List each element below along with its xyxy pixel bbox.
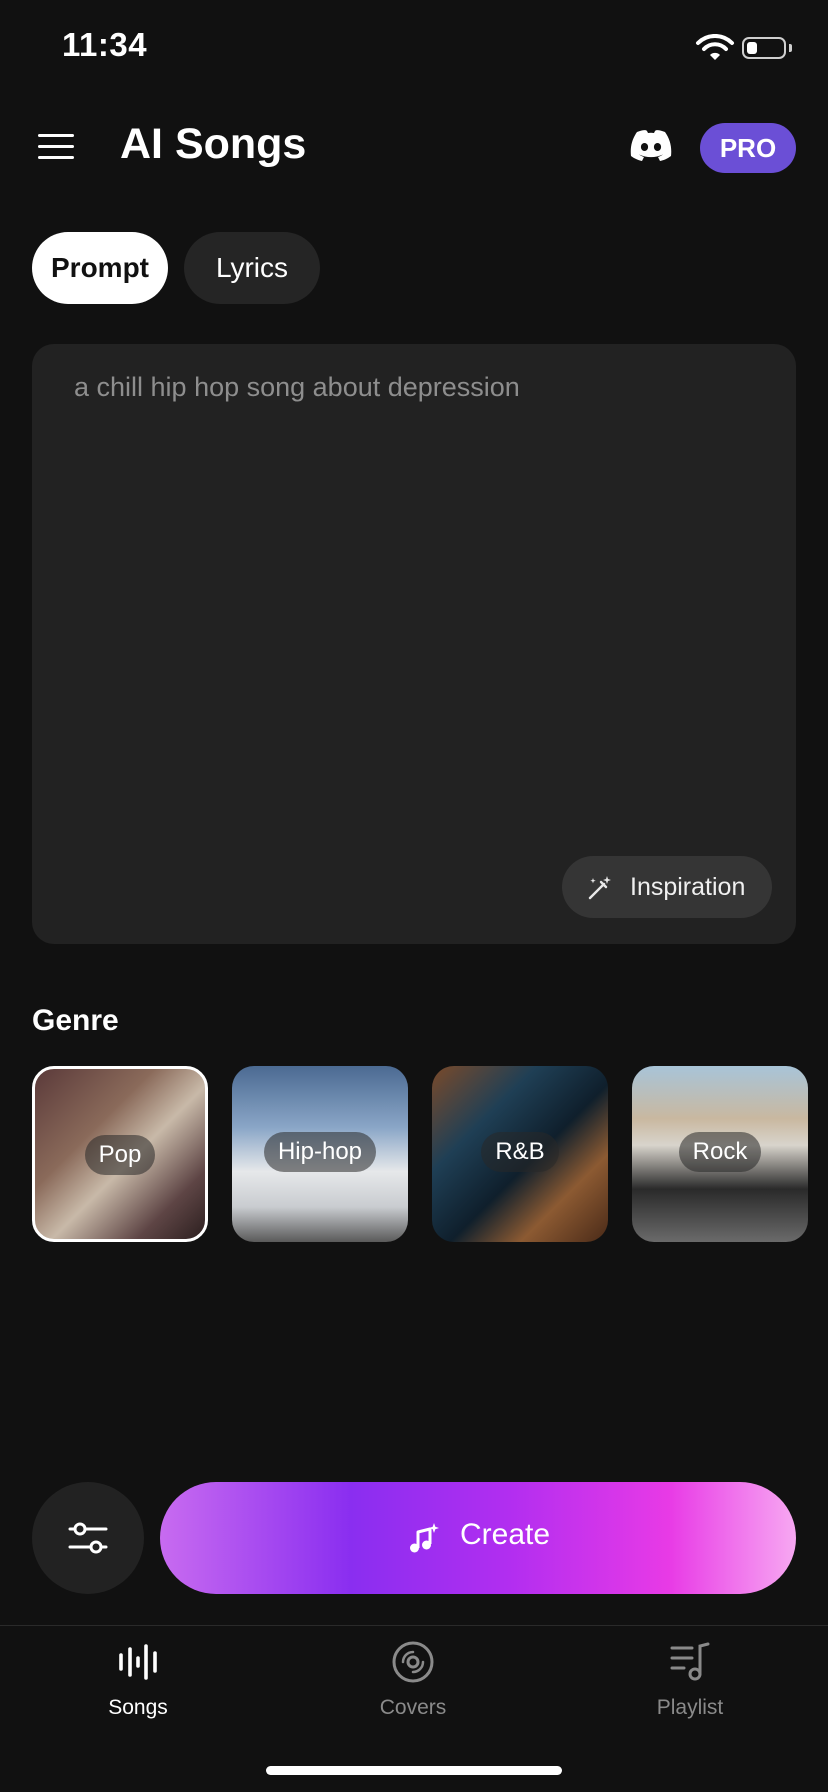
genre-card-rock[interactable]: Rock xyxy=(632,1066,808,1242)
genre-label: Hip-hop xyxy=(263,1132,377,1172)
magic-wand-icon xyxy=(588,876,611,900)
discord-icon[interactable] xyxy=(628,128,674,164)
playlist-icon xyxy=(670,1642,710,1681)
status-time: 11:34 xyxy=(62,26,148,63)
sliders-icon xyxy=(68,1522,108,1554)
disc-icon xyxy=(392,1641,434,1683)
hamburger-menu-icon[interactable] xyxy=(38,132,74,162)
nav-item-covers[interactable]: Covers xyxy=(333,1640,493,1740)
genre-card-pop[interactable]: Pop xyxy=(32,1066,208,1242)
page-title: AI Songs xyxy=(120,120,307,168)
pro-badge[interactable]: PRO xyxy=(700,123,796,173)
inspiration-label: Inspiration xyxy=(630,873,746,901)
genre-card-hip-hop[interactable]: Hip-hop xyxy=(232,1066,408,1242)
nav-divider xyxy=(0,1625,828,1626)
create-label: Create xyxy=(460,1518,551,1551)
home-indicator xyxy=(266,1766,562,1775)
sparkle-music-note-icon xyxy=(410,1523,439,1553)
genre-label: Rock xyxy=(678,1132,762,1172)
genre-title: Genre xyxy=(32,1004,119,1037)
genre-label: Pop xyxy=(84,1135,156,1175)
genre-label: R&B xyxy=(481,1132,559,1172)
genre-card-rnb[interactable]: R&B xyxy=(432,1066,608,1242)
nav-label-covers: Covers xyxy=(379,1696,447,1719)
nav-item-playlist[interactable]: Playlist xyxy=(610,1640,770,1740)
wifi-icon xyxy=(696,34,734,60)
prompt-input[interactable] xyxy=(32,344,796,944)
tab-prompt[interactable]: Prompt xyxy=(32,232,168,304)
tab-lyrics[interactable]: Lyrics xyxy=(184,232,320,304)
nav-label-songs: Songs xyxy=(108,1696,168,1719)
battery-level xyxy=(747,42,757,54)
battery-icon xyxy=(742,37,786,59)
battery-cap xyxy=(789,44,792,52)
nav-item-songs[interactable]: Songs xyxy=(58,1640,218,1740)
prompt-placeholder: a chill hip hop song about depression xyxy=(74,372,520,402)
waveform-icon xyxy=(119,1644,157,1680)
nav-label-playlist: Playlist xyxy=(656,1696,724,1719)
